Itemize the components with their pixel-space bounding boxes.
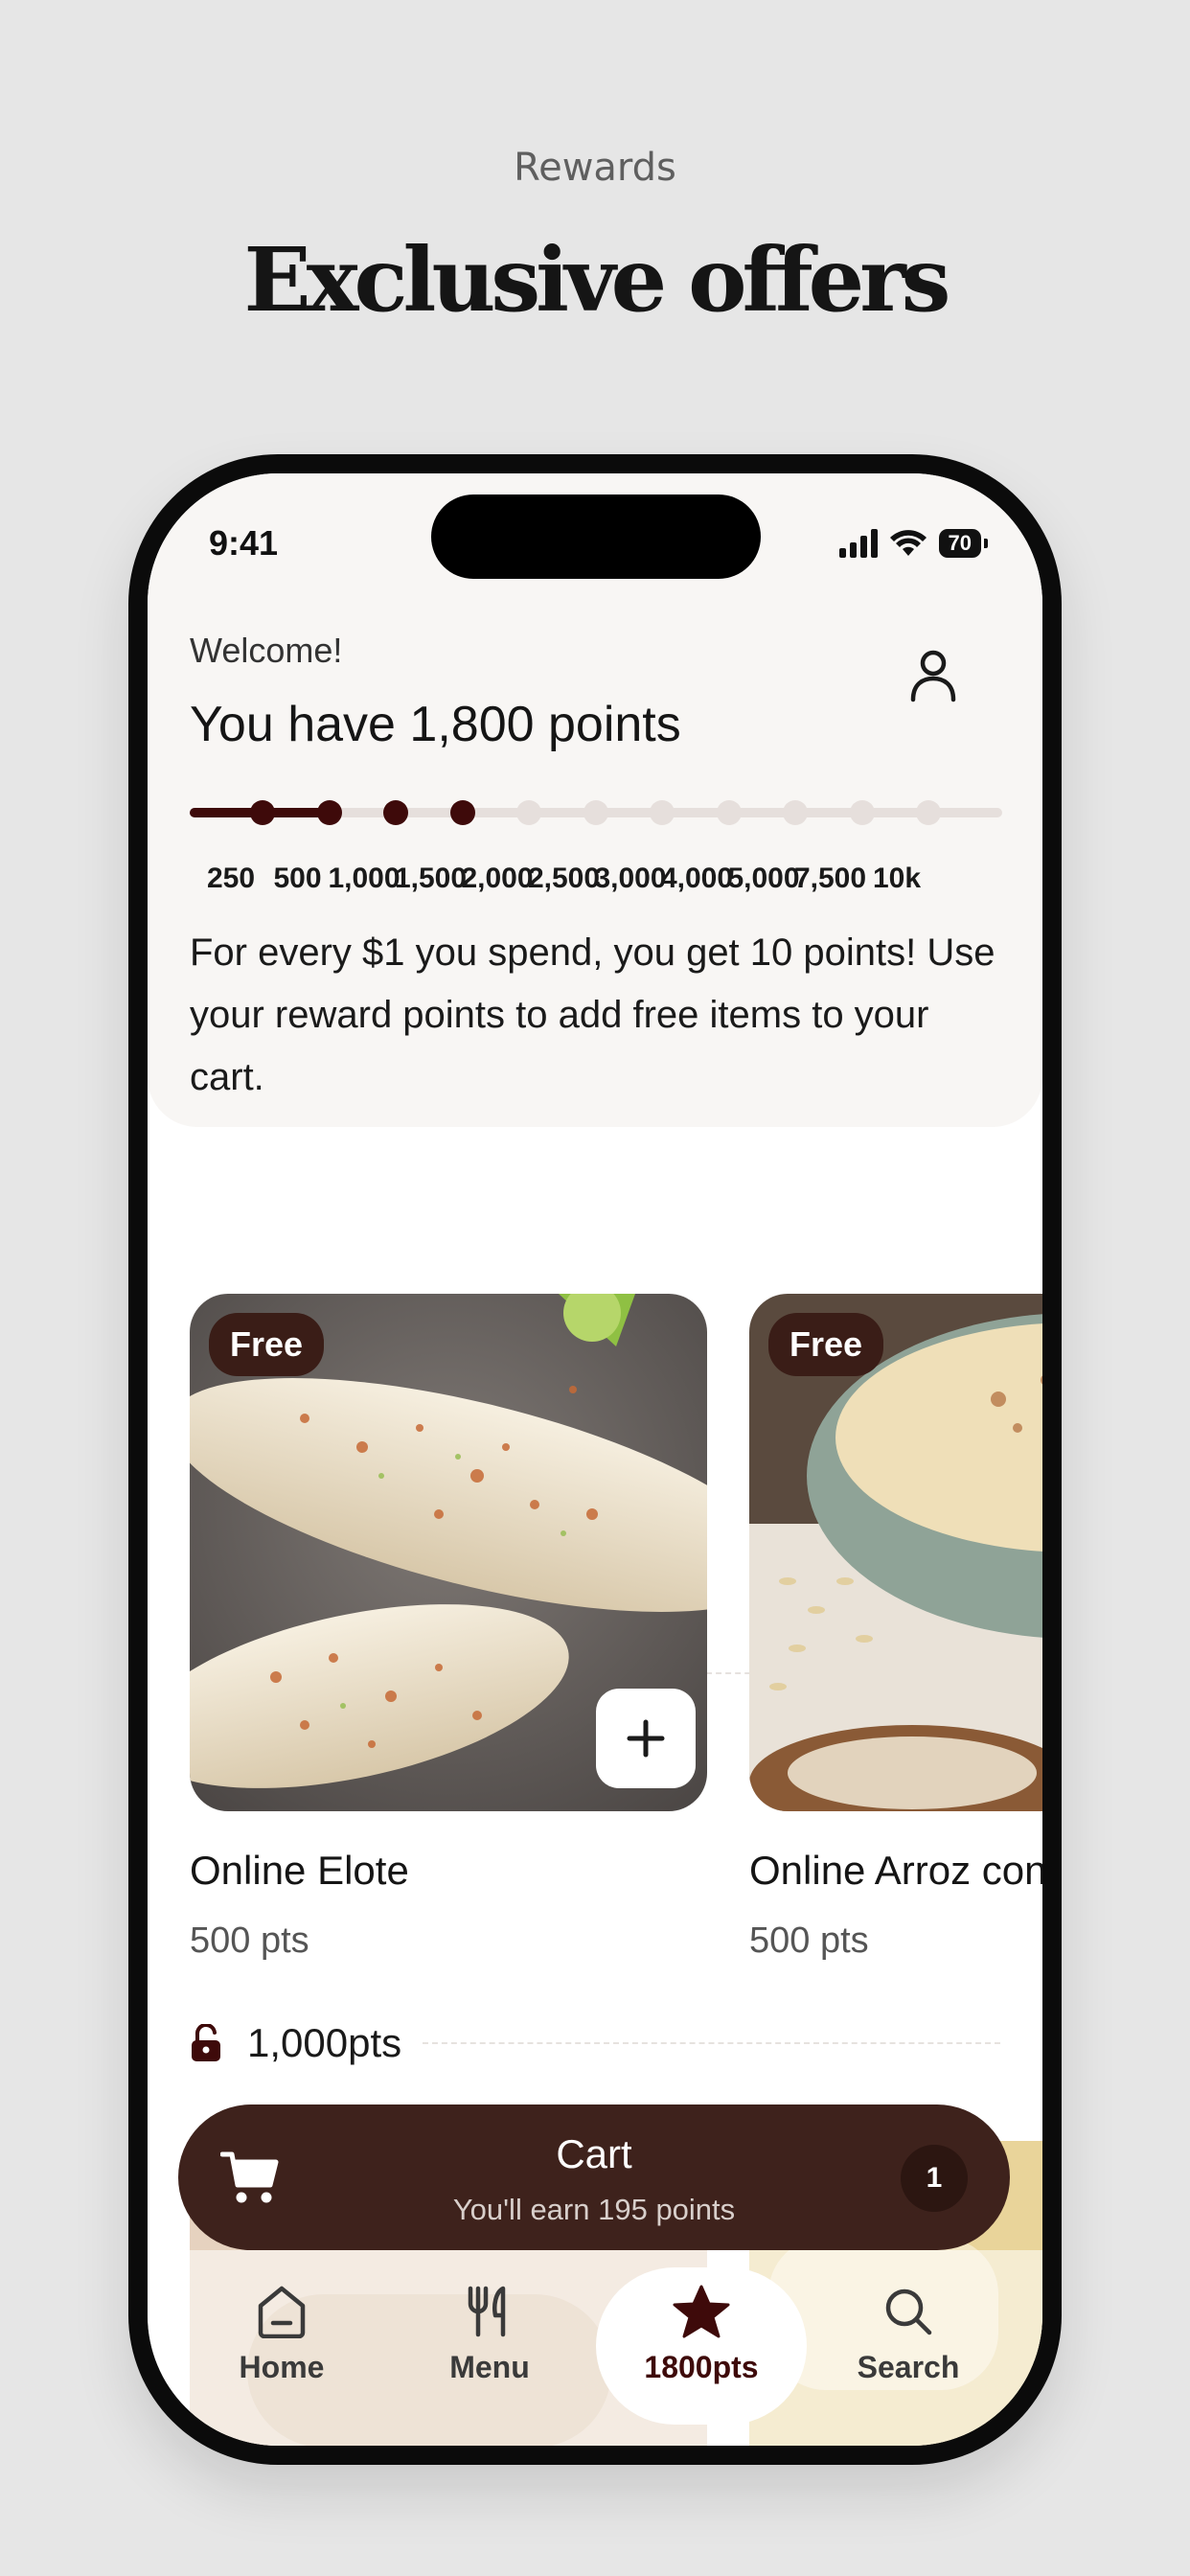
section-label: 1,000pts: [247, 2020, 402, 2065]
reward-card[interactable]: Free Online Elote 500 pts: [190, 1294, 707, 1961]
progress-dot: [849, 800, 875, 825]
nav-label: Menu: [449, 2350, 530, 2384]
dynamic-island: [431, 494, 761, 579]
progress-tick-label: 1,000: [328, 862, 400, 894]
points-balance: You have 1,800 points: [190, 697, 681, 752]
nav-search[interactable]: Search: [812, 2285, 1004, 2385]
progress-dot: [783, 800, 808, 825]
progress-dot: [916, 800, 941, 825]
nav-home[interactable]: Home: [186, 2285, 378, 2385]
progress-dot: [449, 800, 475, 825]
status-icons: 70: [838, 529, 989, 558]
item-name: Online Elote: [190, 1848, 409, 1893]
item-price: 500 pts: [749, 1920, 869, 1961]
status-time: 9:41: [209, 523, 279, 563]
nav-label: 1800pts: [644, 2350, 759, 2384]
nav-label: Home: [239, 2350, 325, 2384]
progress-tick-label: 7,500: [793, 862, 867, 894]
cart-button[interactable]: Cart You'll earn 195 points 1: [178, 2104, 1010, 2250]
home-icon: [258, 2286, 306, 2338]
nav-menu[interactable]: Menu: [394, 2285, 585, 2385]
battery-icon: 70: [938, 529, 989, 558]
page-subtitle: Rewards: [514, 146, 676, 190]
section-divider: [423, 2042, 1000, 2044]
free-badge: Free: [768, 1313, 884, 1376]
food-image-elote[interactable]: Free: [190, 1294, 707, 1811]
app-screen: 9:41 70 Welcome! You have 1,800 points 2…: [148, 473, 1042, 2446]
points-header: 9:41 70 Welcome! You have 1,800 points 2…: [148, 473, 1042, 1127]
progress-dot: [316, 800, 342, 825]
free-badge: Free: [209, 1313, 325, 1376]
item-name: Online Arroz con Leche: [749, 1848, 1042, 1893]
cart-title: Cart: [556, 2131, 632, 2176]
cart-earn-points: You'll earn 195 points: [452, 2193, 736, 2226]
star-icon: [673, 2285, 730, 2338]
progress-tick-label: 250: [206, 862, 256, 894]
progress-tick-label: 5,000: [727, 862, 800, 894]
page-title: Exclusive offers: [243, 228, 951, 332]
progress-dot: [250, 800, 275, 825]
progress-tick-label: 4,000: [660, 862, 734, 894]
unlock-icon: [192, 2024, 220, 2061]
food-image-arroz[interactable]: Free: [749, 1294, 1042, 1811]
progress-tick-label: 500: [273, 862, 322, 894]
item-price: 500 pts: [190, 1920, 309, 1961]
cart-count-badge: 1: [901, 2145, 968, 2212]
wifi-icon: [889, 530, 927, 556]
progress-tick-label: 1,500: [394, 862, 468, 894]
cellular-signal-icon: [838, 529, 878, 558]
plus-icon: [627, 1719, 665, 1758]
progress-tick-label: 3,000: [594, 862, 667, 894]
profile-icon[interactable]: [904, 646, 962, 703]
add-to-cart-button[interactable]: [596, 1689, 696, 1788]
nav-label: Search: [857, 2350, 960, 2384]
progress-dot: [583, 800, 608, 825]
progress-dot: [650, 800, 675, 825]
progress-dot: [516, 800, 541, 825]
reward-card[interactable]: Free Online Arroz con Leche 500 pts: [749, 1294, 1042, 1961]
search-icon: [885, 2288, 932, 2335]
rewards-description: For every $1 you spend, you get 10 point…: [190, 932, 995, 1098]
welcome-text: Welcome!: [190, 631, 343, 670]
progress-dot: [383, 800, 408, 825]
phone-frame: 9:41 70 Welcome! You have 1,800 points 2…: [128, 454, 1062, 2465]
progress-tick-label: 2,500: [527, 862, 601, 894]
progress-dot: [716, 800, 742, 825]
nav-rewards-content[interactable]: 1800pts: [606, 2285, 797, 2385]
section-header-1000: 1,000pts: [190, 2020, 1000, 2066]
progress-tick-label: 10k: [872, 862, 922, 894]
progress-tick-label: 2,000: [461, 862, 534, 894]
utensils-icon: [468, 2286, 506, 2337]
